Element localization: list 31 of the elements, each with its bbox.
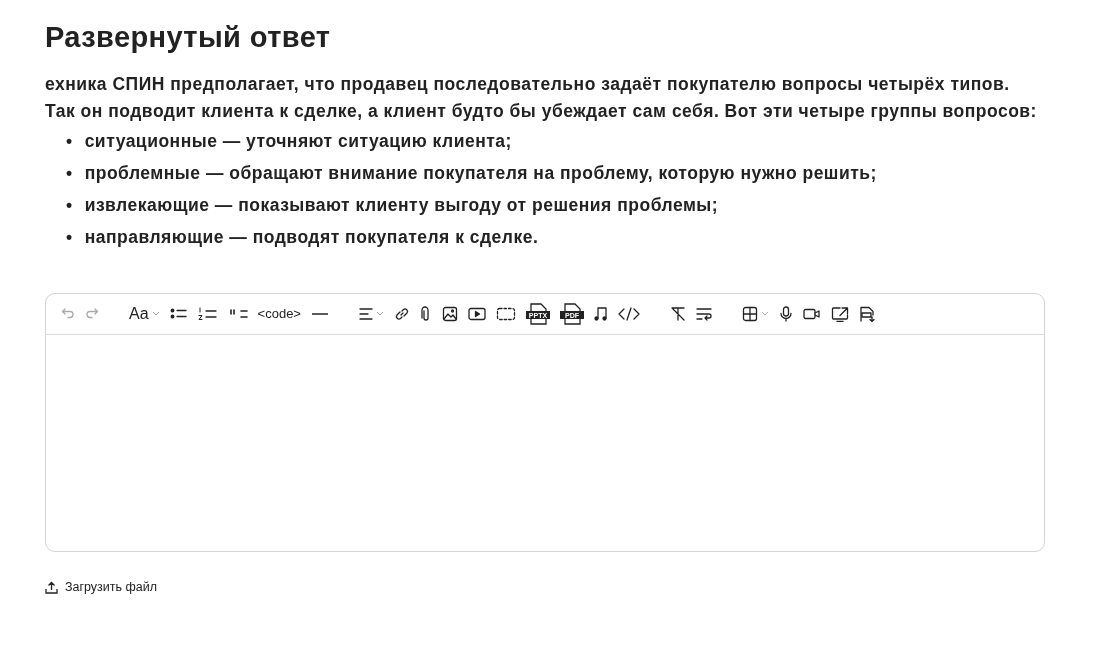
numbered-list-icon bbox=[197, 305, 218, 322]
bullet-marker: • bbox=[66, 129, 73, 153]
document-export-icon bbox=[858, 305, 877, 322]
image-icon bbox=[441, 305, 458, 322]
source-code-icon bbox=[617, 305, 640, 322]
link-icon bbox=[393, 305, 410, 322]
question-text: ехника СПИН предполагает, что продавец последовательно задаёт покупателю вопросы четырёх типов. Так он подводит клиента к сделке, а клиент будто бы убеждает сам себя. Вот эти четыре группы вопросов: bbox=[45, 72, 1038, 123]
list-item-text: направляющие — подводят покупателя к сделке. bbox=[84, 225, 539, 249]
bullet-marker: • bbox=[66, 161, 73, 185]
font-size-dropdown[interactable]: Aa bbox=[124, 299, 165, 328]
clear-formatting-icon bbox=[669, 305, 686, 322]
bullet-marker: • bbox=[66, 193, 73, 217]
list-item-text: извлекающие — показывают клиенту выгоду от решения проблемы; bbox=[84, 193, 719, 217]
text-wrap-icon bbox=[695, 305, 712, 322]
caret-icon bbox=[151, 310, 160, 317]
video-icon bbox=[467, 305, 486, 322]
bullet-marker: • bbox=[66, 225, 73, 249]
code-button[interactable]: <code> bbox=[252, 299, 306, 328]
page-title: Развернутый ответ bbox=[45, 20, 332, 55]
caret-icon bbox=[375, 310, 384, 317]
upload-file-link[interactable]: Загрузить файл bbox=[45, 577, 158, 597]
horizontal-line-icon bbox=[310, 312, 329, 315]
list-item-text: проблемные — обращают внимание покупателя на проблему, которую нужно решить; bbox=[84, 161, 877, 185]
align-icon bbox=[358, 305, 373, 322]
caret-icon bbox=[760, 310, 769, 317]
screen-share-icon bbox=[830, 305, 849, 322]
microphone-icon bbox=[778, 305, 793, 322]
upload-icon bbox=[45, 580, 58, 594]
embed-frame-icon bbox=[495, 305, 516, 322]
list-item-text: ситуационные — уточняют ситуацию клиента; bbox=[84, 129, 512, 153]
table-icon bbox=[741, 305, 758, 322]
